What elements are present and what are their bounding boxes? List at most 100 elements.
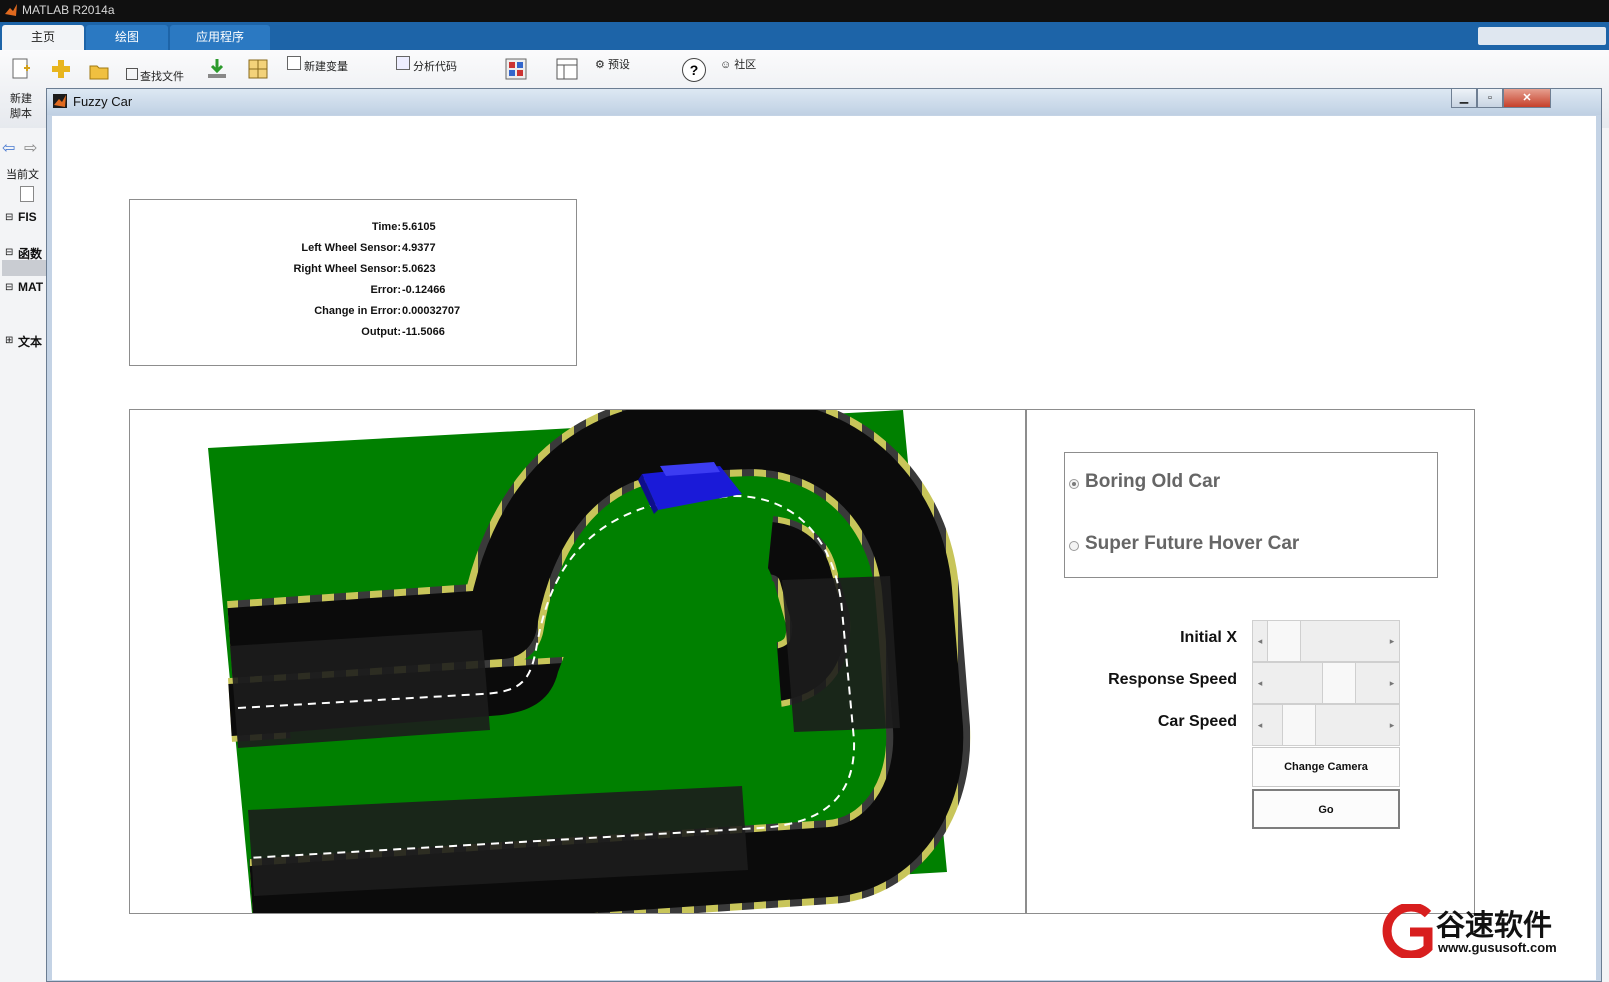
info-error: Error: -0.12466 — [130, 284, 578, 305]
maximize-icon[interactable]: ▫ — [1477, 89, 1503, 108]
info-label: Output: — [361, 326, 401, 338]
figure-canvas: Time: 5.6105 Left Wheel Sensor: 4.9377 R… — [52, 116, 1596, 980]
response-speed-slider[interactable]: ◂ ▸ — [1252, 662, 1400, 704]
track-axes-panel — [129, 392, 1026, 943]
matlab-logo-icon — [4, 3, 18, 17]
collapse-icon[interactable]: ⊟ — [5, 282, 13, 293]
info-value: 5.0623 — [402, 263, 436, 275]
find-files-label: 查找文件 — [140, 71, 184, 83]
radio-label: Super Future Hover Car — [1085, 533, 1300, 554]
new-variable-button[interactable]: 新建变量 — [287, 56, 348, 74]
import-data-icon[interactable] — [206, 58, 228, 80]
slider-left-arrow-icon[interactable]: ◂ — [1253, 621, 1267, 661]
info-value: 0.00032707 — [402, 305, 461, 317]
initial-x-label: Initial X — [1180, 629, 1237, 646]
info-output: Output: -11.5066 — [130, 326, 578, 347]
minimize-icon[interactable]: ▁ — [1451, 89, 1477, 108]
open-folder-icon[interactable] — [88, 60, 110, 82]
road-shadow-patch — [782, 576, 900, 732]
collapse-icon[interactable]: ⊟ — [5, 247, 13, 258]
tree-item-mat[interactable]: MAT — [18, 280, 43, 294]
info-value: 4.9377 — [402, 242, 436, 254]
new-script-icon[interactable] — [10, 58, 32, 80]
help-icon[interactable]: ? — [682, 58, 706, 82]
find-files-button[interactable]: 查找文件 — [126, 68, 184, 84]
analyze-code-button[interactable]: 分析代码 — [396, 56, 457, 74]
info-value: 5.6105 — [402, 221, 436, 233]
watermark-brand: 谷速软件 — [1436, 910, 1553, 942]
current-folder-pane: ⇦ ⇨ 当前文 FIS 函数 MAT 文本 ⊟ ⊟ ⊟ ⊞ — [0, 128, 47, 982]
fuzzy-car-window: Fuzzy Car ▁ ▫ ✕ Time: 5.6105 Left Wheel … — [46, 88, 1602, 982]
go-button[interactable]: Go — [1252, 789, 1400, 829]
find-files-icon — [126, 68, 138, 80]
road-shadow-patch — [230, 630, 490, 748]
radio-unselected-icon[interactable] — [1069, 541, 1079, 551]
radio-selected-icon[interactable] — [1069, 479, 1079, 489]
change-camera-button[interactable]: Change Camera — [1252, 747, 1400, 787]
community-label: 社区 — [734, 59, 757, 71]
slider-thumb[interactable] — [1282, 705, 1317, 745]
layout-icon[interactable] — [556, 58, 578, 80]
selected-file-row[interactable] — [2, 260, 46, 276]
back-arrow-icon[interactable]: ⇦ — [2, 138, 15, 158]
file-icon — [20, 186, 34, 202]
slider-left-arrow-icon[interactable]: ◂ — [1253, 705, 1267, 745]
gususoft-logo-icon — [1380, 902, 1434, 960]
tree-item-fis[interactable]: FIS — [18, 210, 37, 224]
slider-right-arrow-icon[interactable]: ▸ — [1385, 621, 1399, 661]
response-speed-label: Response Speed — [1108, 671, 1237, 688]
info-left-wheel-sensor: Left Wheel Sensor: 4.9377 — [130, 242, 578, 263]
close-icon[interactable]: ✕ — [1503, 89, 1551, 108]
info-time: Time: 5.6105 — [130, 221, 578, 242]
tab-home[interactable]: 主页 — [2, 25, 84, 50]
initial-x-slider[interactable]: ◂ ▸ — [1252, 620, 1400, 662]
gususoft-watermark: 谷速软件 www.gususoft.com — [1380, 900, 1609, 970]
info-value: -11.5066 — [402, 326, 445, 338]
ribbon-tab-bar: 主页 绘图 应用程序 — [0, 22, 1609, 50]
analyze-code-icon — [396, 56, 410, 70]
radio-label: Boring Old Car — [1085, 471, 1221, 492]
slider-thumb[interactable] — [1322, 663, 1357, 703]
info-label: Time: — [371, 221, 401, 233]
slider-right-arrow-icon[interactable]: ▸ — [1385, 705, 1399, 745]
preferences-label: 预设 — [607, 59, 630, 71]
matlab-title-bar: MATLAB R2014a — [0, 0, 1609, 22]
community-icon: ☺ — [720, 59, 732, 71]
info-label: Right Wheel Sensor: — [293, 263, 401, 275]
slider-right-arrow-icon[interactable]: ▸ — [1385, 663, 1399, 703]
save-workspace-icon[interactable] — [247, 58, 269, 80]
expand-icon[interactable]: ⊞ — [5, 335, 13, 346]
figure-title: Fuzzy Car — [73, 94, 133, 109]
slider-thumb[interactable] — [1267, 621, 1301, 661]
info-label: Change in Error: — [314, 305, 401, 317]
info-right-wheel-sensor: Right Wheel Sensor: 5.0623 — [130, 263, 578, 284]
analyze-code-label: 分析代码 — [413, 61, 457, 73]
collapse-icon[interactable]: ⊟ — [5, 212, 13, 223]
tab-apps[interactable]: 应用程序 — [170, 25, 270, 50]
car-speed-slider[interactable]: ◂ ▸ — [1252, 704, 1400, 746]
figure-title-bar[interactable]: Fuzzy Car ▁ ▫ ✕ — [47, 89, 1601, 115]
community-button[interactable]: ☺ 社区 — [720, 56, 756, 72]
new-variable-label: 新建变量 — [304, 61, 348, 73]
info-value: -0.12466 — [402, 284, 446, 296]
simulink-icon[interactable] — [505, 58, 527, 80]
matlab-figure-icon — [53, 94, 67, 108]
sensor-info-panel: Time: 5.6105 Left Wheel Sensor: 4.9377 R… — [129, 199, 577, 366]
slider-left-arrow-icon[interactable]: ◂ — [1253, 663, 1267, 703]
car-control-panel: Boring Old Car Super Future Hover Car In… — [1026, 409, 1475, 914]
tab-plots[interactable]: 绘图 — [86, 25, 168, 50]
tree-item-text[interactable]: 文本 — [18, 333, 42, 350]
gear-icon: ⚙ — [595, 59, 605, 71]
preferences-button[interactable]: ⚙ 预设 — [595, 56, 630, 72]
new-plus-icon[interactable] — [50, 58, 72, 80]
info-change-in-error: Change in Error: 0.00032707 — [130, 305, 578, 326]
app-title: MATLAB R2014a — [22, 3, 115, 17]
new-variable-icon — [287, 56, 301, 70]
info-label: Error: — [370, 284, 401, 296]
quick-access-toolbar[interactable] — [1478, 27, 1606, 45]
track-3d-view — [208, 392, 971, 943]
new-script-label-2[interactable]: 脚本 — [10, 105, 32, 121]
new-script-label[interactable]: 新建 — [10, 90, 32, 106]
car-speed-label: Car Speed — [1157, 713, 1237, 730]
forward-arrow-icon[interactable]: ⇨ — [24, 138, 37, 158]
